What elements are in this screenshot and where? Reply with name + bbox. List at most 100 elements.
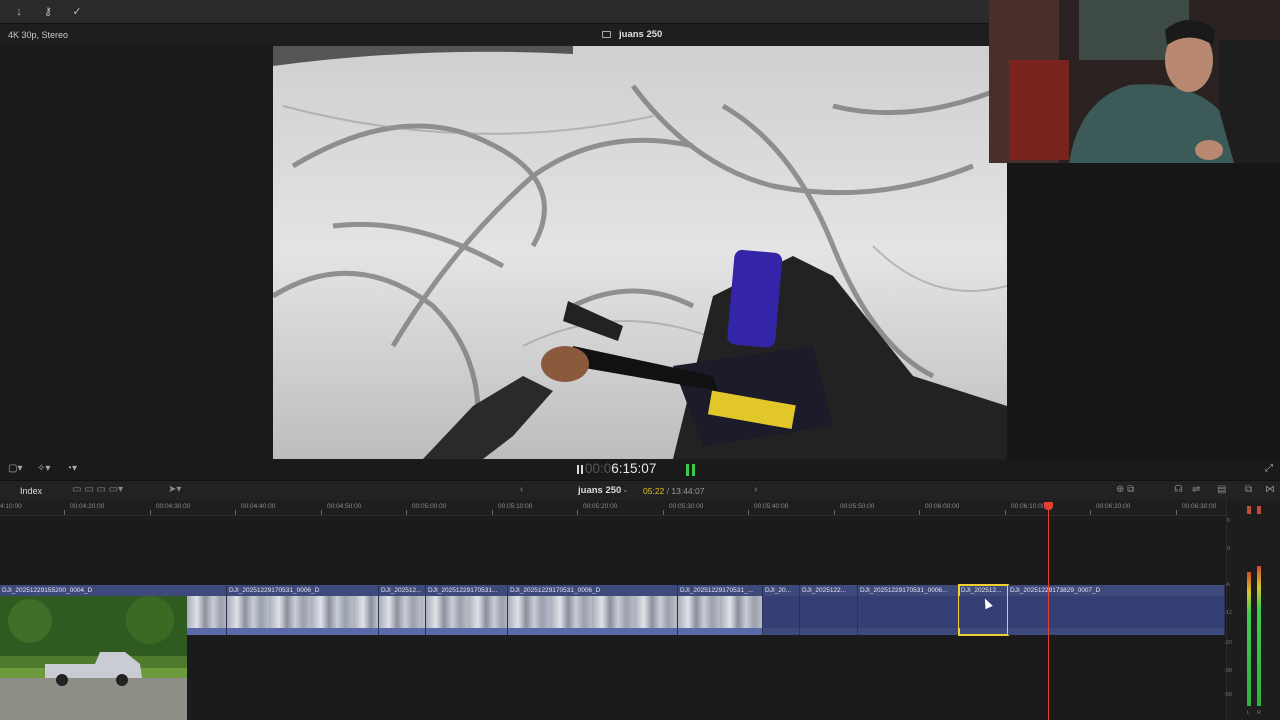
checkmark-icon[interactable]: ✓ [67, 4, 87, 20]
select-tool-icon[interactable]: ➤▾ [168, 484, 181, 495]
clip-filmstrip [508, 596, 677, 628]
meter-channel-label: L [1247, 710, 1251, 716]
meter-bar-left [1247, 572, 1251, 706]
clip-appearance-icon[interactable]: ▭ ▭ ▭ ▭▾ [72, 484, 123, 495]
clip-name: DJI_20251229170531_... [680, 587, 754, 594]
ruler-tick: 00:05:40:00 [754, 503, 789, 510]
ruler-mark [150, 510, 151, 515]
clip-indicator-left [1247, 506, 1251, 514]
fullscreen-icon[interactable]: ⤢ [1265, 463, 1273, 474]
ruler-tick: 4:10:00 [0, 503, 22, 510]
clip-filmstrip [379, 596, 425, 628]
zoom-icon[interactable]: ⊕ ⧉ [1116, 484, 1134, 495]
browser-panel [0, 46, 273, 460]
meter-scale-label: -20 [1224, 640, 1232, 646]
timeline-clip[interactable]: DJI_202512... [379, 585, 426, 635]
clip-filmstrip [763, 596, 799, 628]
key-icon[interactable]: ⚷ [38, 4, 58, 20]
ruler-tick: 00:04:30:00 [156, 503, 191, 510]
current-time: 05:22 [643, 486, 665, 496]
ruler-tick: 00:05:10:00 [498, 503, 533, 510]
timeline-clip[interactable]: DJI_20251229170531_0006... [858, 585, 959, 635]
viewer-canvas[interactable] [273, 46, 1007, 459]
timeline-clip[interactable]: DJI_20... [763, 585, 800, 635]
window-icon[interactable]: ⧉ [1245, 484, 1252, 495]
back-arrow-icon[interactable]: ‹ [520, 484, 523, 495]
timeline-clip[interactable]: DJI_2025122... [800, 585, 858, 635]
viewer-project-title: juans 250 [619, 29, 663, 40]
format-label: 4K 30p, Stereo [8, 30, 69, 40]
timeline-clip[interactable]: DJI_20251229170531_0006_D [227, 585, 379, 635]
ruler-tick: 00:04:40:00 [241, 503, 276, 510]
ruler-tick: 00:05:50:00 [840, 503, 875, 510]
clip-audio [187, 628, 226, 635]
ruler-mark [748, 510, 749, 515]
view-options-icon[interactable]: ▢▾ [8, 463, 22, 474]
ruler-tick: 00:05:20:00 [583, 503, 618, 510]
ruler-tick: 00:06:30:00 [1182, 503, 1217, 510]
snapping-icon[interactable]: ⇌ [1192, 484, 1200, 495]
ruler-tick: 00:04:50:00 [327, 503, 362, 510]
chevron-down-icon[interactable]: ⌄ [622, 485, 629, 494]
ruler-mark [1005, 510, 1006, 515]
meter-scale-label: -50 [1224, 692, 1232, 698]
clip-audio [426, 628, 507, 635]
pause-icon[interactable] [577, 465, 583, 474]
ruler-mark [1176, 510, 1177, 515]
download-icon[interactable]: ↓ [9, 4, 29, 20]
clip-name: DJI_20251229170531_0006... [860, 587, 948, 594]
ruler-tick: 00:06:10:00 [1011, 503, 1046, 510]
index-button[interactable]: Index [20, 486, 42, 496]
ruler-mark [1090, 510, 1091, 515]
enhance-icon[interactable]: ✧▾ [37, 463, 50, 474]
collapse-icon[interactable]: ⋈ [1265, 484, 1275, 495]
clip-filmstrip [858, 596, 958, 628]
meter-bar-right [1257, 566, 1261, 706]
clip-filmstrip [678, 596, 762, 628]
clip-audio [508, 628, 677, 635]
timeline-settings-icon[interactable]: ▤ [1217, 484, 1226, 495]
clip-filmstrip [1008, 596, 1224, 628]
clip-name: DJI_20251229170531... [428, 587, 498, 594]
viewer-controls: ▢▾ ✧▾ ◔▾ 00:06:15:07 ⤢ [0, 460, 1280, 480]
playhead-handle[interactable] [1044, 502, 1053, 510]
timeline-clip-selected[interactable]: DJI_202512... [958, 584, 1009, 636]
playhead[interactable] [1048, 502, 1049, 720]
ruler-mark [406, 510, 407, 515]
meter-scale-label: -30 [1224, 668, 1232, 674]
clip-name: DJI_20251229170531_0006_D [229, 587, 320, 594]
ruler-mark [577, 510, 578, 515]
clip-name: DJI_20... [765, 587, 792, 594]
timecode-prefix: 00:0 [585, 461, 612, 476]
ruler-mark [834, 510, 835, 515]
clip-audio [379, 628, 425, 635]
timeline-clip[interactable]: DJI_20251229173829_0007_D [1008, 585, 1225, 635]
timeline-clip[interactable]: DJI_20251229155200_0004_D [0, 585, 187, 720]
clip-filmstrip [800, 596, 857, 628]
clip-indicator-right [1257, 506, 1261, 514]
ruler-mark [235, 510, 236, 515]
ruler-mark [492, 510, 493, 515]
audio-level-right [692, 464, 695, 476]
timeline-clip[interactable] [187, 585, 227, 635]
headphones-icon[interactable]: ☊ [1174, 484, 1183, 495]
ruler-mark [919, 510, 920, 515]
meter-scale-label: 0 [1227, 546, 1231, 552]
ruler-tick: 00:06:00:00 [925, 503, 960, 510]
ruler-tick: 00:06:20:00 [1096, 503, 1131, 510]
meter-scale-label: 6 [1227, 518, 1231, 524]
timeline-ruler[interactable]: 4:10:00 00:04:20:00 00:04:30:00 00:04:40… [0, 500, 1280, 516]
clip-filmstrip [426, 596, 507, 628]
timecode-display[interactable]: 00:06:15:07 [585, 461, 656, 476]
timeline-clip[interactable]: DJI_20251229170531_0006_D [508, 585, 678, 635]
ruler-tick: 00:05:00:00 [412, 503, 447, 510]
timeline-clip[interactable]: DJI_20251229170531_... [678, 585, 763, 635]
timeline-clip[interactable]: DJI_20251229170531... [426, 585, 508, 635]
forward-arrow-icon[interactable]: › [754, 484, 757, 495]
clapper-icon [602, 31, 611, 38]
clip-name: DJI_202512... [961, 587, 1002, 594]
speed-icon[interactable]: ◔▾ [66, 463, 77, 474]
clip-filmstrip [227, 596, 378, 628]
timeline-project-name[interactable]: juans 250 [578, 485, 621, 496]
meter-channel-label: R [1257, 710, 1261, 716]
